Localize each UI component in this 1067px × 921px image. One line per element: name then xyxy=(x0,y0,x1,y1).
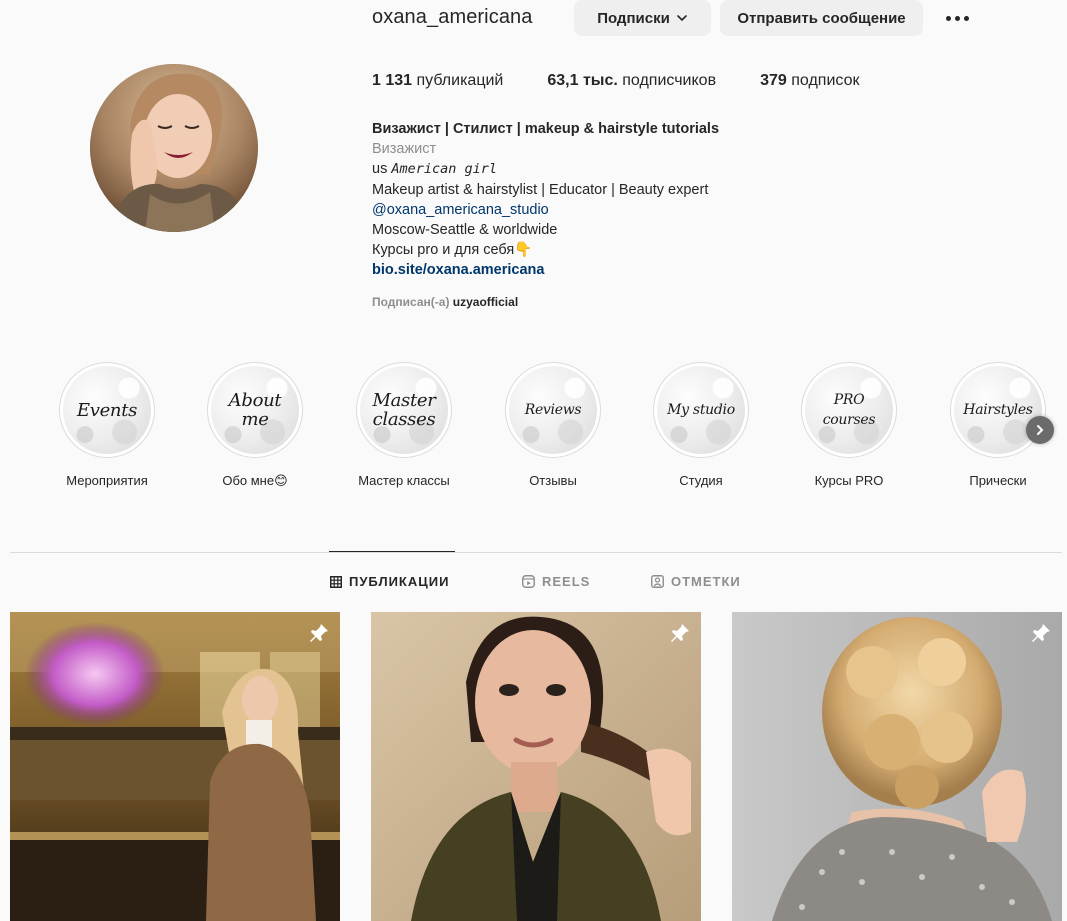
pinned-icon xyxy=(310,624,328,642)
followers-label: подписчиков xyxy=(622,72,717,89)
highlight-cover: Events xyxy=(63,366,151,454)
highlight-label: Мастер классы xyxy=(358,473,450,488)
reels-icon xyxy=(522,575,535,588)
dot xyxy=(963,15,969,21)
highlight-label: Студия xyxy=(679,473,723,488)
tab-reels-label: REELS xyxy=(542,574,591,589)
posts-count-stat: 1 131 публикаций xyxy=(372,72,503,90)
followed-by-user: uzyaofficial xyxy=(452,295,519,309)
highlight-cover-ring: Reviews xyxy=(505,362,601,458)
tabs-divider xyxy=(10,552,1062,553)
send-message-label: Отправить сообщение xyxy=(737,9,906,27)
bio-line-courses: Курсы pro и для себя👇 xyxy=(372,242,533,259)
following-label: подписок xyxy=(791,72,860,89)
profile-tabs: ПУБЛИКАЦИИ REELS ОТМЕТКИ xyxy=(0,574,1067,594)
highlight-cover: My studio xyxy=(657,366,745,454)
tab-tagged-label: ОТМЕТКИ xyxy=(671,574,741,589)
highlight-cover-text: About me xyxy=(228,390,282,430)
highlight-label: Мероприятия xyxy=(66,473,148,488)
bio-name: Визажист | Стилист | makeup & hairstyle … xyxy=(372,121,720,137)
post-image xyxy=(732,612,1062,921)
highlight-label: Прически xyxy=(969,473,1027,488)
tab-posts[interactable]: ПУБЛИКАЦИИ xyxy=(330,574,449,589)
pinned-icon xyxy=(671,624,689,642)
post-image xyxy=(371,612,701,921)
tagged-icon xyxy=(651,575,664,588)
active-tab-indicator xyxy=(329,551,455,552)
following-count: 379 xyxy=(760,72,787,89)
highlight-cover-ring: About me xyxy=(207,362,303,458)
highlight-cover: Reviews xyxy=(509,366,597,454)
highlight-cover: About me xyxy=(211,366,299,454)
highlight-events[interactable]: Events Мероприятия xyxy=(47,362,167,488)
highlight-cover-ring: PRO courses xyxy=(801,362,897,458)
posts-label: публикаций xyxy=(416,72,504,89)
followers-stat[interactable]: 63,1 тыс. подписчиков xyxy=(547,72,716,90)
highlight-master-classes[interactable]: Master classes Мастер классы xyxy=(344,362,464,488)
highlight-cover-text: My studio xyxy=(667,402,735,418)
highlight-reviews[interactable]: Reviews Отзывы xyxy=(493,362,613,488)
highlight-about-me[interactable]: About me Обо мне😊 xyxy=(195,362,315,489)
bio-line-location: Moscow-Seattle & worldwide xyxy=(372,222,558,239)
bio-external-link[interactable]: bio.site/oxana.americana xyxy=(372,260,719,280)
highlight-cover-ring: Hairstyles xyxy=(950,362,1046,458)
post-tile[interactable] xyxy=(732,612,1062,921)
post-image xyxy=(10,612,340,921)
bio-category: Визажист xyxy=(372,141,437,158)
highlight-cover: Master classes xyxy=(360,366,448,454)
tab-posts-label: ПУБЛИКАЦИИ xyxy=(349,574,450,589)
dot xyxy=(954,15,960,21)
bio-mention-link[interactable]: @oxana_americana_studio xyxy=(372,200,719,220)
highlight-cover-ring: My studio xyxy=(653,362,749,458)
highlight-label: Отзывы xyxy=(529,473,577,488)
chevron-down-icon xyxy=(677,15,687,22)
post-tile[interactable] xyxy=(371,612,701,921)
avatar-photo xyxy=(90,64,258,232)
followed-by-prefix: Подписан(-а) xyxy=(372,295,450,309)
post-tile[interactable] xyxy=(10,612,340,921)
avatar[interactable] xyxy=(90,64,258,232)
more-options-icon[interactable] xyxy=(942,8,972,28)
highlight-cover: Hairstyles xyxy=(954,366,1042,454)
highlights-next-button[interactable] xyxy=(1026,416,1054,444)
bio-american-girl: American girl xyxy=(391,161,498,178)
highlight-pro-courses[interactable]: PRO courses Курсы PRO xyxy=(789,362,909,488)
grid-icon xyxy=(330,575,342,588)
followed-by[interactable]: Подписан(-а) uzyaofficial xyxy=(372,295,518,309)
tab-tagged[interactable]: ОТМЕТКИ xyxy=(651,574,741,589)
highlight-cover-text: PRO courses xyxy=(822,392,876,428)
highlight-studio[interactable]: My studio Студия xyxy=(641,362,761,488)
highlight-cover-ring: Events xyxy=(59,362,155,458)
highlight-cover: PRO courses xyxy=(805,366,893,454)
highlight-cover-text: Master classes xyxy=(372,390,436,430)
highlight-cover-text: Reviews xyxy=(524,402,582,418)
profile-page: oxana_americana Подписки Отправить сообщ… xyxy=(0,0,1067,921)
following-stat[interactable]: 379 подписок xyxy=(760,72,859,90)
chevron-right-icon xyxy=(1037,425,1044,435)
dot xyxy=(945,15,951,21)
following-button[interactable]: Подписки xyxy=(574,0,711,36)
profile-bio: Визажист | Стилист | makeup & hairstyle … xyxy=(372,119,719,281)
tab-reels[interactable]: REELS xyxy=(522,574,590,589)
following-button-label: Подписки xyxy=(597,9,670,27)
highlight-label: Курсы PRO xyxy=(814,473,884,488)
highlight-label: Обо мне😊 xyxy=(222,473,288,488)
bio-line-american: us American girl xyxy=(372,159,719,179)
send-message-button[interactable]: Отправить сообщение xyxy=(720,0,923,36)
pinned-icon xyxy=(1032,624,1050,642)
posts-count: 1 131 xyxy=(372,72,413,89)
story-highlights: Events Мероприятия About me Обо мне😊 Mas… xyxy=(0,362,1067,502)
followers-count: 63,1 тыс. xyxy=(547,72,618,89)
us-flag-text: us xyxy=(372,161,388,178)
profile-stats: 1 131 публикаций 63,1 тыс. подписчиков 3… xyxy=(372,72,903,90)
highlight-cover-text: Hairstyles xyxy=(963,402,1033,418)
profile-username: oxana_americana xyxy=(372,6,533,28)
highlight-cover-ring: Master classes xyxy=(356,362,452,458)
bio-line-occupation: Makeup artist & hairstylist | Educator |… xyxy=(372,181,709,198)
highlight-cover-text: Events xyxy=(76,399,138,421)
